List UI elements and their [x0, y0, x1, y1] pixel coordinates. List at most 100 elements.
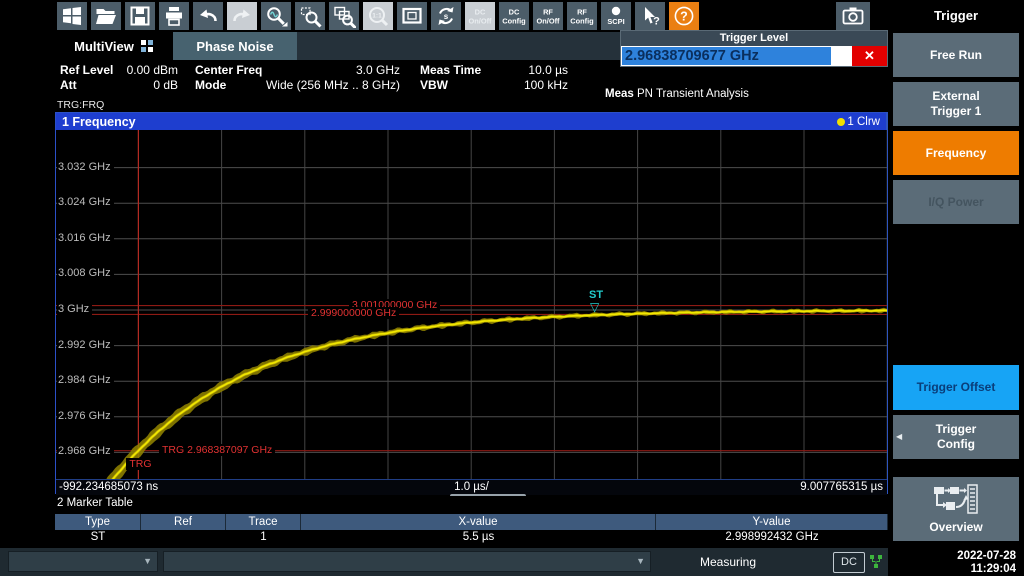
- tab-phase-noise[interactable]: Phase Noise: [173, 32, 297, 60]
- y-axis-tick-label: 3.008 GHz: [57, 267, 114, 279]
- status-dropdown-main[interactable]: ▼: [163, 551, 651, 572]
- diagram-title: 1 Frequency: [62, 115, 136, 129]
- trigger-line-label: 2.999000000 GHz: [308, 307, 399, 319]
- date-label: 2022-07-28: [896, 550, 1016, 563]
- setting-ref-level[interactable]: Ref Level0.00 dBm: [60, 63, 178, 78]
- dc-status-badge[interactable]: DC: [833, 552, 865, 573]
- svg-text:RF: RF: [577, 8, 587, 17]
- y-axis-tick-label: 3.016 GHz: [57, 232, 114, 244]
- softkey-label: External Trigger 1: [916, 89, 996, 119]
- softkey-label: Overview: [929, 520, 982, 535]
- x-axis-start: -992.234685073 ns: [59, 481, 158, 493]
- time-label: 11:29:04: [896, 563, 1016, 576]
- y-axis-tick-label: 3.024 GHz: [57, 196, 114, 208]
- toolbar-zoom-multi-button[interactable]: [329, 2, 359, 30]
- trace-legend-label: 1 Clrw: [847, 116, 880, 128]
- overview-flowchart-icon: [934, 484, 978, 518]
- softkey-menu-title: Trigger: [888, 8, 1024, 23]
- svg-text:1:1: 1:1: [372, 13, 382, 20]
- trigger-level-popup-title: Trigger Level: [621, 31, 887, 46]
- toolbar-windows-button[interactable]: [57, 2, 87, 30]
- y-axis-tick-label: 2.992 GHz: [57, 339, 114, 351]
- softkey-trigger-offset[interactable]: Trigger Offset: [893, 365, 1019, 410]
- measurement-status-label: Measuring: [700, 555, 756, 569]
- marker-table-title: 2 Marker Table: [57, 497, 133, 509]
- marker-table-row: ST 15.5 µs2.998992432 GHz: [55, 530, 888, 545]
- chevron-down-icon: ▼: [636, 556, 645, 566]
- lan-status-icon: [869, 554, 883, 575]
- toolbar-dc-onoff-button: DCOn/Off: [465, 2, 495, 30]
- toolbar-save-button[interactable]: [125, 2, 155, 30]
- marker-table-window: 2 Marker Table TypeRefTraceX-valueY-valu…: [55, 496, 888, 548]
- toolbar-zoom-trace-button[interactable]: [261, 2, 291, 30]
- softkey-label: Trigger Config: [916, 422, 996, 452]
- marker-st-icon[interactable]: ▽: [590, 302, 599, 312]
- submenu-arrow-icon: ◀: [896, 432, 902, 442]
- svg-text:Config: Config: [502, 17, 526, 26]
- marker-table-cell: ST: [55, 530, 141, 545]
- toolbar-print-button[interactable]: [159, 2, 189, 30]
- marker-table-col-type: Type: [55, 514, 141, 530]
- softkey-trigger-config[interactable]: Trigger Config ◀: [893, 415, 1019, 459]
- trigger-level-popup: Trigger Level 2.96838709677 GHz ✕: [620, 30, 888, 67]
- trace-legend[interactable]: 1 Clrw: [837, 116, 880, 128]
- y-axis-tick-label: 3.032 GHz: [57, 161, 114, 173]
- instrument-screen: 1:1sDCOn/OffDCConfigRFOn/OffRFConfigSCPI…: [0, 0, 1024, 576]
- datetime-display: 2022-07-28 11:29:04: [896, 550, 1016, 576]
- trigger-level-input[interactable]: 2.96838709677 GHz: [621, 46, 852, 66]
- softkey-overview[interactable]: Overview: [893, 477, 1019, 541]
- trace-color-dot-icon: [837, 118, 845, 126]
- plot-area[interactable]: 3.032 GHz3.024 GHz3.016 GHz3.008 GHz3 GH…: [56, 130, 887, 479]
- trigger-line-label: TRG 2.968387097 GHz: [159, 444, 275, 456]
- softkey-label: Frequency: [926, 146, 987, 161]
- toolbar-sequencer-button[interactable]: s: [431, 2, 461, 30]
- popup-close-button[interactable]: ✕: [852, 46, 887, 66]
- x-axis-scale: 1.0 µs/: [454, 481, 489, 493]
- marker-table-col-trace: Trace: [226, 514, 301, 530]
- svg-text:On/Off: On/Off: [469, 17, 493, 26]
- marker-table-cell: 1: [226, 530, 301, 545]
- toolbar-dc-config-button[interactable]: DCConfig: [499, 2, 529, 30]
- x-axis-end: 9.007765315 µs: [800, 481, 883, 493]
- softkey-free-run[interactable]: Free Run: [893, 33, 1019, 77]
- softkey-external-trigger-1[interactable]: External Trigger 1: [893, 82, 1019, 126]
- status-dropdown-left[interactable]: ▼: [8, 551, 158, 572]
- marker-table-cell: 5.5 µs: [301, 530, 656, 545]
- svg-text:?: ?: [653, 16, 660, 28]
- toolbar-open-file-button[interactable]: [91, 2, 121, 30]
- setting-center-freq[interactable]: Center Freq3.0 GHz: [195, 63, 400, 78]
- marker-table-col-xvalue: X-value: [301, 514, 656, 530]
- channel-settings-bar: Ref Level0.00 dBmAtt0 dB Center Freq3.0 G…: [55, 60, 888, 112]
- toolbar-rf-onoff-button[interactable]: RFOn/Off: [533, 2, 563, 30]
- softkey-frequency[interactable]: Frequency: [893, 131, 1019, 175]
- softkey-i-q-power: I/Q Power: [893, 180, 1019, 224]
- toolbar-undo-button[interactable]: [193, 2, 223, 30]
- toolbar-scpi-button[interactable]: SCPI: [601, 2, 631, 30]
- trigger-time-label: TRG: [126, 458, 154, 470]
- chevron-down-icon: ▼: [143, 556, 152, 566]
- toolbar-help-button[interactable]: ?: [669, 2, 699, 30]
- marker-table-cell: 2.998992432 GHz: [656, 530, 888, 545]
- tab-phase-noise-label: Phase Noise: [196, 39, 273, 54]
- toolbar-zoom-area-button[interactable]: [295, 2, 325, 30]
- svg-text:RF: RF: [543, 8, 553, 17]
- setting-vbw[interactable]: VBW100 kHz: [420, 78, 568, 93]
- setting-att[interactable]: Att0 dB: [60, 78, 178, 93]
- svg-text:DC: DC: [475, 8, 486, 17]
- marker-table-col-ref: Ref: [141, 514, 226, 530]
- toolbar-mouse-help-button[interactable]: ?: [635, 2, 665, 30]
- setting-mode[interactable]: ModeWide (256 MHz .. 8 GHz): [195, 78, 400, 93]
- multiview-grid-icon: [141, 40, 154, 53]
- screenshot-camera-button[interactable]: [836, 2, 870, 30]
- tab-multiview[interactable]: MultiView: [55, 32, 173, 60]
- svg-text:?: ?: [680, 10, 688, 24]
- toolbar-fit-screen-button[interactable]: [397, 2, 427, 30]
- toolbar-rf-config-button[interactable]: RFConfig: [567, 2, 597, 30]
- svg-text:SCPI: SCPI: [607, 17, 624, 26]
- toolbar-zoom-1to1-button: 1:1: [363, 2, 393, 30]
- marker-table-cell: [141, 530, 226, 545]
- trigger-level-value: 2.96838709677 GHz: [622, 47, 831, 65]
- setting-meas-time[interactable]: Meas Time10.0 µs: [420, 63, 568, 78]
- trigger-status-label: TRG:FRQ: [57, 99, 104, 111]
- toolbar: 1:1sDCOn/OffDCConfigRFOn/OffRFConfigSCPI…: [0, 0, 1024, 32]
